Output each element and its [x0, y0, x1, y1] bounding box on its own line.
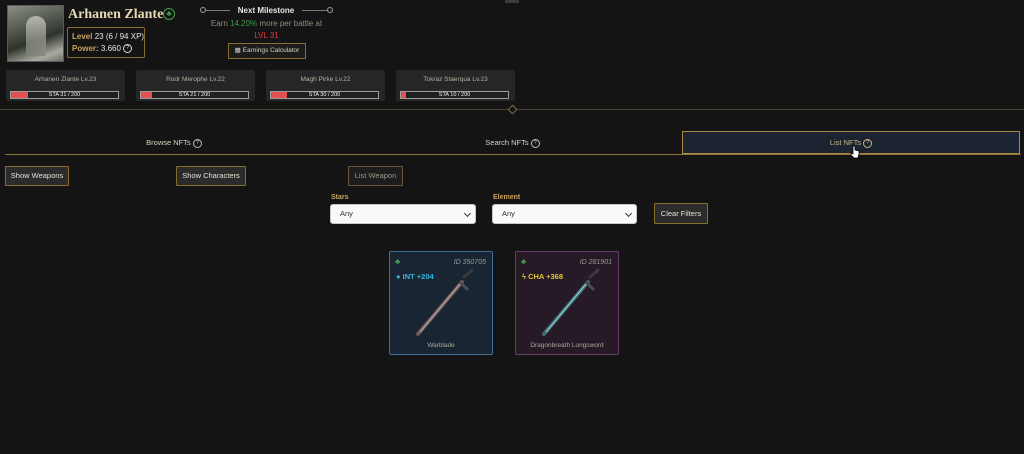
party-member-name: Rodr Merophe Lv.22	[166, 76, 225, 83]
tab-label: Search NFTs	[485, 138, 529, 147]
earth-element-icon: ♣	[163, 8, 175, 20]
stamina-bar: STA 31 / 200	[10, 91, 119, 99]
tabs-underline	[5, 154, 1021, 155]
show-weapons-button[interactable]: Show Weapons	[5, 166, 69, 186]
character-name: Arhanen Zlante	[68, 7, 164, 22]
earn-prefix: Earn	[210, 19, 228, 28]
stamina-text: STA 10 / 200	[438, 92, 471, 98]
level-value: 23 (6 / 94 XP)	[94, 32, 145, 41]
warblade-sword-image	[416, 268, 474, 336]
help-icon: ?	[863, 138, 873, 148]
weapon-name: Warblade	[427, 342, 455, 349]
party-member-name: Tokraz Staerqua Lv.23	[423, 76, 488, 83]
party-member-card[interactable]: Tokraz Staerqua Lv.23 STA 10 / 200	[396, 70, 515, 101]
stamina-text: STA 30 / 200	[308, 92, 341, 98]
party-member-name: Magh Pirke Lv.22	[300, 76, 351, 83]
tab-browse-nfts[interactable]: Browse NFTs ?	[5, 131, 343, 155]
show-characters-button[interactable]: Show Characters	[176, 166, 246, 186]
element-select-value: Any	[502, 209, 515, 218]
top-handle	[505, 0, 519, 3]
lightning-icon: ϟ	[522, 272, 526, 281]
help-icon: ?	[530, 138, 540, 148]
power-value: 3.660	[100, 44, 121, 53]
character-stats: Level 23 (6 / 94 XP) Power: 3.660 ?	[67, 27, 145, 58]
milestone-title: Next Milestone	[230, 6, 302, 15]
level-label: Level	[72, 32, 93, 41]
list-weapon-button[interactable]: List Weapon	[348, 166, 403, 186]
power-label: Power:	[72, 44, 99, 53]
help-icon: ?	[192, 138, 202, 148]
earth-element-icon: ♣	[395, 257, 401, 266]
character-avatar[interactable]	[7, 5, 64, 62]
chevron-down-icon	[463, 209, 472, 218]
weapon-card[interactable]: ♣ ID 350705 ● INT +204 Warblade	[389, 251, 493, 355]
earnings-calculator-label: Earnings Calculator	[242, 47, 300, 54]
stamina-text: STA 31 / 200	[48, 92, 81, 98]
stamina-bar: STA 21 / 200	[140, 91, 249, 99]
element-select[interactable]: Any	[492, 204, 637, 224]
weapon-id: ID 350705	[453, 259, 486, 266]
tab-label: Browse NFTs	[146, 138, 191, 147]
stamina-bar: STA 10 / 200	[400, 91, 509, 99]
weapon-id: ID 281901	[579, 259, 612, 266]
milestone-earn-text: Earn 14.20% more per battle at	[200, 19, 333, 28]
weapon-name: Dragonbreath Longsword	[530, 342, 604, 349]
divider-ornament	[507, 104, 518, 115]
element-filter-label: Element	[493, 194, 521, 201]
earth-element-icon: ♣	[521, 257, 527, 266]
tab-search-nfts[interactable]: Search NFTs ?	[343, 131, 682, 155]
help-icon[interactable]: ?	[123, 44, 133, 54]
party-member-card[interactable]: Magh Pirke Lv.22 STA 30 / 200	[266, 70, 385, 101]
dragonbreath-longsword-image	[542, 268, 600, 336]
earnings-calculator-button[interactable]: ▦ Earnings Calculator	[228, 43, 306, 59]
earn-suffix: more per battle at	[259, 19, 323, 28]
milestone-level: LVL 31	[254, 31, 279, 40]
stars-filter-label: Stars	[331, 194, 349, 201]
party-member-name: Arhanen Zlante Lv.23	[34, 76, 97, 83]
party-member-card[interactable]: Rodr Merophe Lv.22 STA 21 / 200	[136, 70, 255, 101]
water-drop-icon: ●	[396, 272, 401, 281]
calculator-icon: ▦	[234, 47, 241, 54]
stamina-bar: STA 30 / 200	[270, 91, 379, 99]
earn-percent: 14.20%	[230, 19, 258, 28]
stars-select[interactable]: Any	[330, 204, 476, 224]
stars-select-value: Any	[340, 209, 353, 218]
clear-filters-button[interactable]: Clear Filters	[654, 203, 708, 224]
weapon-card[interactable]: ♣ ID 281901 ϟ CHA +368 Dragonbreath Long…	[515, 251, 619, 355]
chevron-down-icon	[624, 209, 633, 218]
party-member-card[interactable]: Arhanen Zlante Lv.23 STA 31 / 200	[6, 70, 125, 101]
mouse-pointer-icon	[850, 145, 860, 159]
stamina-text: STA 21 / 200	[178, 92, 211, 98]
